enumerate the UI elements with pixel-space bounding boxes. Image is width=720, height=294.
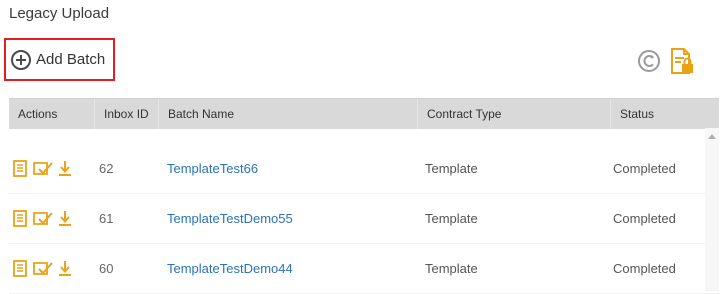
refresh-icon[interactable]	[637, 49, 661, 73]
report-lock-icon[interactable]	[669, 47, 695, 75]
download-icon[interactable]	[58, 160, 72, 177]
status-cell: Completed	[613, 261, 676, 276]
batch-name-link[interactable]: TemplateTest66	[159, 161, 418, 176]
header-actions[interactable]: Actions	[9, 99, 95, 129]
header-inbox-id[interactable]: Inbox ID	[95, 99, 159, 129]
table-header: Actions Inbox ID Batch Name Contract Typ…	[9, 98, 719, 129]
status-cell: Completed	[613, 161, 676, 176]
add-batch-label: Add Batch	[36, 51, 106, 68]
table-row: 62 TemplateTest66 Template Completed	[9, 144, 719, 194]
download-icon[interactable]	[58, 210, 72, 227]
header-batch-name[interactable]: Batch Name	[159, 99, 418, 129]
document-icon[interactable]	[12, 260, 28, 277]
document-icon[interactable]	[12, 160, 28, 177]
table-row: 60 TemplateTestDemo44 Template Completed	[9, 244, 719, 294]
inbox-id-cell: 62	[99, 161, 114, 176]
batch-name-link[interactable]: TemplateTestDemo44	[159, 261, 418, 276]
approve-icon[interactable]	[32, 160, 54, 177]
table-row: 61 TemplateTestDemo55 Template Completed	[9, 194, 719, 244]
contract-type-cell: Template	[425, 161, 478, 176]
approve-icon[interactable]	[32, 260, 54, 277]
contract-type-cell: Template	[425, 261, 478, 276]
document-icon[interactable]	[12, 210, 28, 227]
status-cell: Completed	[613, 211, 676, 226]
add-batch-button[interactable]: Add Batch	[4, 38, 115, 81]
inbox-id-cell: 61	[99, 211, 114, 226]
toolbar-icons	[637, 47, 695, 75]
inbox-id-cell: 60	[99, 261, 114, 276]
batch-table: Actions Inbox ID Batch Name Contract Typ…	[9, 98, 719, 294]
actions-cell	[9, 210, 95, 227]
plus-circle-icon	[11, 49, 31, 70]
page-title: Legacy Upload	[9, 5, 110, 22]
actions-cell	[9, 260, 95, 277]
table-body: 62 TemplateTest66 Template Completed 61 …	[9, 144, 719, 294]
approve-icon[interactable]	[32, 210, 54, 227]
actions-cell	[9, 160, 95, 177]
contract-type-cell: Template	[425, 211, 478, 226]
scroll-up-arrow-icon[interactable]	[708, 134, 716, 139]
header-contract-type[interactable]: Contract Type	[418, 99, 611, 129]
download-icon[interactable]	[58, 260, 72, 277]
header-status[interactable]: Status	[611, 99, 704, 129]
vertical-scrollbar[interactable]	[705, 128, 719, 291]
batch-name-link[interactable]: TemplateTestDemo55	[159, 211, 418, 226]
